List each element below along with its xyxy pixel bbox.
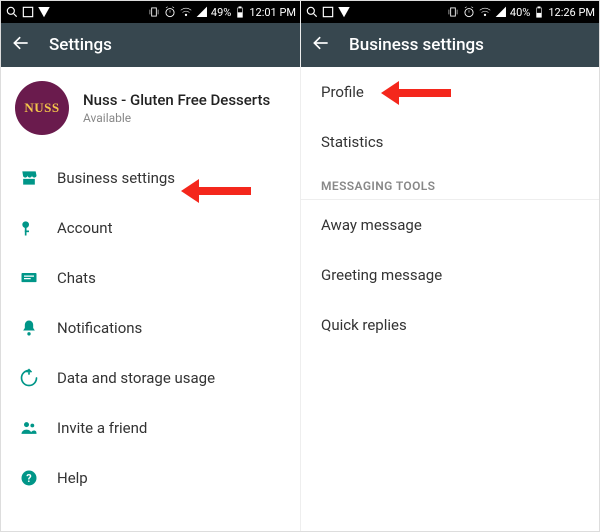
settings-screen: 49% 12:01 PM Settings NUSS Nuss - Gluten… (1, 1, 300, 531)
row-label: Data and storage usage (57, 369, 215, 387)
row-account[interactable]: Account (1, 203, 300, 253)
clock-text: 12:26 PM (548, 6, 595, 19)
wifi-icon (478, 5, 492, 19)
signal-icon (494, 5, 508, 19)
row-label: Business settings (57, 169, 175, 187)
section-header-messaging-tools: MESSAGING TOOLS (301, 167, 599, 200)
business-settings-screen: 40% 12:26 PM Business settings Profile S… (300, 1, 599, 531)
row-business-settings[interactable]: Business settings (1, 153, 300, 203)
back-button[interactable] (11, 33, 31, 57)
screenshot-indicator-icon (321, 5, 335, 19)
app-bar: Settings (1, 23, 300, 67)
data-icon (19, 368, 57, 388)
battery-icon (532, 5, 546, 19)
row-label: Statistics (321, 133, 383, 151)
app-bar: Business settings (301, 23, 599, 67)
row-label: Away message (321, 216, 422, 234)
row-label: Help (57, 469, 88, 487)
app-indicator-icon (37, 5, 51, 19)
battery-text: 40% (510, 6, 530, 19)
alarm-icon (462, 5, 476, 19)
chat-icon (19, 268, 57, 288)
wifi-icon (179, 5, 193, 19)
key-icon (19, 218, 57, 238)
status-bar: 49% 12:01 PM (1, 1, 300, 23)
people-icon (19, 418, 57, 438)
signal-icon (195, 5, 209, 19)
page-title: Settings (49, 35, 112, 55)
app-indicator-icon (337, 5, 351, 19)
battery-icon (233, 5, 247, 19)
page-title: Business settings (349, 35, 484, 55)
store-icon (19, 168, 57, 188)
row-notifications[interactable]: Notifications (1, 303, 300, 353)
search-indicator-icon (305, 5, 319, 19)
row-label: Account (57, 219, 113, 237)
screenshot-indicator-icon (21, 5, 35, 19)
svg-text:?: ? (26, 472, 31, 485)
status-bar: 40% 12:26 PM (301, 1, 599, 23)
row-label: Invite a friend (57, 419, 147, 437)
help-icon: ? (19, 468, 57, 488)
profile-header[interactable]: NUSS Nuss - Gluten Free Desserts Availab… (1, 67, 300, 153)
vibrate-icon (446, 5, 460, 19)
bell-icon (19, 318, 57, 338)
vibrate-icon (147, 5, 161, 19)
row-help[interactable]: ? Help (1, 453, 300, 503)
clock-text: 12:01 PM (249, 6, 296, 19)
row-invite-friend[interactable]: Invite a friend (1, 403, 300, 453)
row-greeting-message[interactable]: Greeting message (301, 250, 599, 300)
alarm-icon (163, 5, 177, 19)
row-quick-replies[interactable]: Quick replies (301, 300, 599, 350)
row-profile[interactable]: Profile (301, 67, 599, 117)
row-chats[interactable]: Chats (1, 253, 300, 303)
avatar: NUSS (15, 81, 69, 135)
profile-name: Nuss - Gluten Free Desserts (83, 91, 270, 109)
search-indicator-icon (5, 5, 19, 19)
row-label: Notifications (57, 319, 142, 337)
row-statistics[interactable]: Statistics (301, 117, 599, 167)
row-label: Chats (57, 269, 96, 287)
row-label: Quick replies (321, 316, 407, 334)
row-data-storage[interactable]: Data and storage usage (1, 353, 300, 403)
back-button[interactable] (311, 33, 331, 57)
profile-subtitle: Available (83, 111, 270, 125)
battery-text: 49% (211, 6, 231, 19)
row-away-message[interactable]: Away message (301, 200, 599, 250)
row-label: Profile (321, 83, 364, 101)
row-label: Greeting message (321, 266, 442, 284)
